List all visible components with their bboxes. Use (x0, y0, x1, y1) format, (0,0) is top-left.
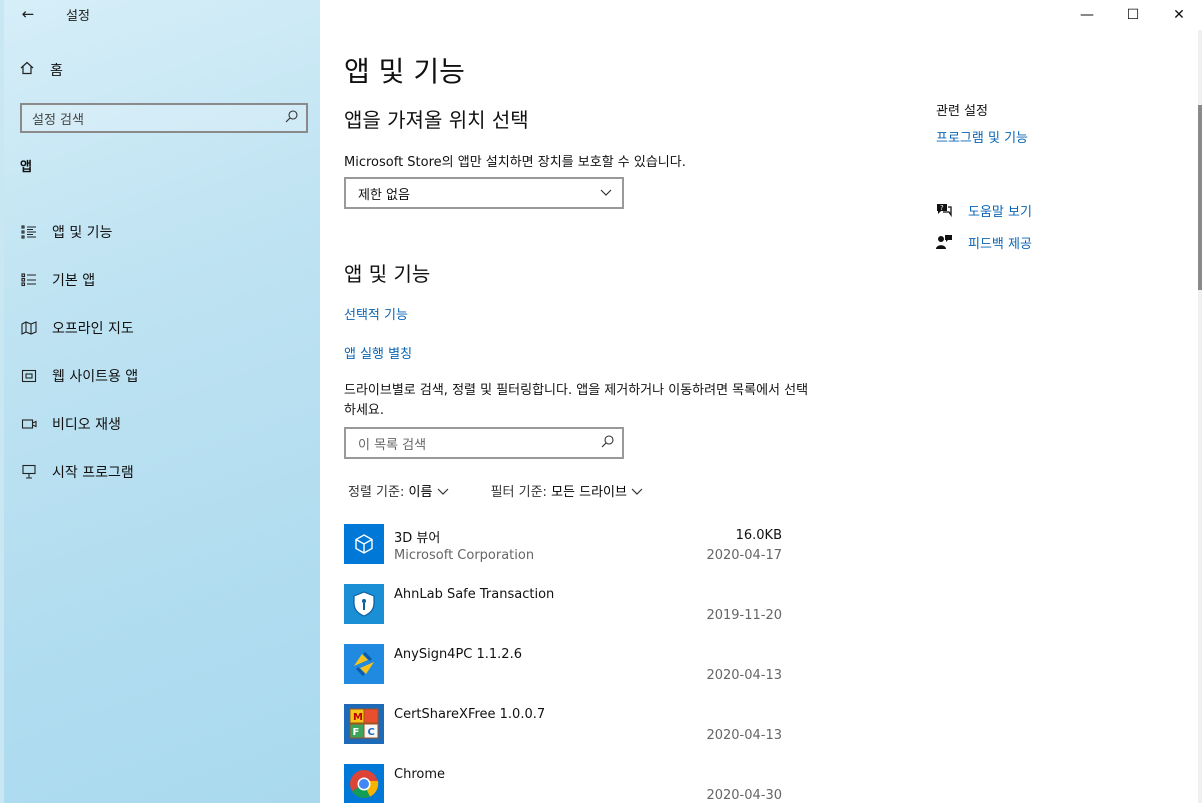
app-list-search-placeholder: 이 목록 검색 (358, 437, 427, 453)
sort-value: 이름 (408, 485, 433, 500)
sidebar-item-startup[interactable]: 시작 프로그램 (20, 448, 308, 496)
apps-features-heading: 앱 및 기능 (344, 262, 431, 286)
app-date: 2019-11-20 (706, 608, 782, 623)
list-item[interactable]: M F C CertShareXFree 1.0.0.7 2020-04-13 (344, 700, 784, 760)
app-list-search-input[interactable]: 이 목록 검색 (344, 427, 624, 459)
install-source-description: Microsoft Store의 앱만 설치하면 장치를 보호할 수 있습니다. (344, 155, 686, 170)
sidebar-item-default-apps[interactable]: 기본 앱 (20, 256, 308, 304)
sidebar-item-video-playback[interactable]: 비디오 재생 (20, 400, 308, 448)
home-label: 홈 (50, 63, 63, 79)
sidebar-item-apps-for-websites[interactable]: 웹 사이트용 앱 (20, 352, 308, 400)
apps-for-websites-icon (20, 369, 38, 383)
scrollbar[interactable] (1198, 30, 1202, 803)
list-item[interactable]: 3D 뷰어 Microsoft Corporation 16.0KB 2020-… (344, 520, 784, 580)
app-date: 2020-04-30 (706, 788, 782, 803)
app-date: 2020-04-13 (706, 668, 782, 683)
help-section: ? 도움말 보기 피드백 제공 (934, 194, 1032, 258)
related-settings-heading: 관련 설정 (936, 104, 988, 119)
filter-value: 모든 드라이브 (551, 485, 627, 500)
filter-label: 필터 기준: (490, 485, 547, 500)
svg-text:C: C (368, 727, 375, 738)
app-name: AhnLab Safe Transaction (394, 587, 555, 602)
get-help-label: 도움말 보기 (968, 204, 1032, 220)
list-item[interactable]: Chrome 2020-04-30 (344, 760, 784, 803)
nav-home[interactable]: 홈 (20, 60, 63, 80)
related-settings: 관련 설정 프로그램 및 기능 (936, 100, 1028, 146)
page-title: 앱 및 기능 (344, 55, 465, 88)
3d-viewer-icon (344, 524, 384, 564)
sidebar-nav: 앱 및 기능 기본 앱 오프라인 지도 웹 사이트용 앱 비디오 재생 시작 프… (20, 208, 308, 496)
sidebar-item-offline-maps[interactable]: 오프라인 지도 (20, 304, 308, 352)
default-apps-icon (20, 273, 38, 287)
minimize-icon: — (1080, 7, 1094, 23)
ahnlab-shield-icon (344, 584, 384, 624)
sort-dropdown[interactable]: 정렬 기준: 이름 (348, 481, 449, 500)
app-name: AnySign4PC 1.1.2.6 (394, 647, 522, 662)
app-list: 3D 뷰어 Microsoft Corporation 16.0KB 2020-… (344, 520, 784, 803)
back-arrow-icon: ← (21, 5, 35, 23)
sort-label: 정렬 기준: (348, 485, 405, 500)
optional-features-link[interactable]: 선택적 기능 (344, 304, 408, 323)
get-help-link[interactable]: ? 도움말 보기 (934, 194, 1032, 226)
search-icon (285, 109, 298, 127)
section-label-apps: 앱 (20, 160, 32, 175)
app-name: CertShareXFree 1.0.0.7 (394, 707, 546, 722)
install-source-dropdown[interactable]: 제한 없음 (344, 177, 624, 209)
svg-text:M: M (353, 712, 363, 723)
sidebar-item-apps-features[interactable]: 앱 및 기능 (20, 208, 308, 256)
app-name: Chrome (394, 767, 445, 782)
maximize-icon: ☐ (1126, 7, 1140, 23)
scrollbar-thumb[interactable] (1198, 105, 1202, 290)
sidebar-item-label: 비디오 재생 (52, 417, 121, 433)
certshare-icon: M F C (344, 704, 384, 744)
dropdown-value: 제한 없음 (358, 187, 410, 203)
maximize-button[interactable]: ☐ (1110, 0, 1156, 30)
back-button[interactable]: ← (14, 2, 42, 26)
offline-maps-icon (20, 321, 38, 335)
close-icon: ✕ (1173, 7, 1185, 23)
sidebar-item-label: 웹 사이트용 앱 (52, 369, 139, 385)
give-feedback-label: 피드백 제공 (968, 236, 1032, 252)
app-date: 2020-04-13 (706, 728, 782, 743)
chrome-icon (344, 764, 384, 803)
filter-dropdown[interactable]: 필터 기준: 모든 드라이브 (491, 481, 644, 500)
startup-icon (20, 464, 38, 480)
programs-features-link[interactable]: 프로그램 및 기능 (936, 127, 1028, 146)
sidebar: ← 설정 홈 설정 검색 앱 앱 및 기능 기본 앱 오프라인 지도 웹 사이트… (0, 0, 320, 803)
sidebar-item-label: 오프라인 지도 (52, 321, 134, 337)
give-feedback-link[interactable]: 피드백 제공 (934, 226, 1032, 258)
app-name: 3D 뷰어 (394, 531, 441, 546)
app-date: 2020-04-17 (706, 548, 782, 563)
chevron-down-icon (437, 485, 449, 500)
close-button[interactable]: ✕ (1156, 0, 1202, 30)
anysign-icon (344, 644, 384, 684)
settings-search-placeholder: 설정 검색 (32, 112, 84, 128)
svg-text:F: F (353, 727, 360, 738)
svg-text:?: ? (940, 204, 944, 212)
window-title: 설정 (66, 9, 90, 24)
settings-search-input[interactable]: 설정 검색 (20, 103, 308, 133)
apps-features-icon (20, 225, 38, 239)
sidebar-item-label: 앱 및 기능 (52, 225, 113, 241)
sidebar-item-label: 기본 앱 (52, 273, 96, 289)
video-playback-icon (20, 417, 38, 431)
apps-list-description: 드라이브별로 검색, 정렬 및 필터링합니다. 앱을 제거하거나 이동하려면 목… (344, 383, 809, 418)
app-publisher: Microsoft Corporation (394, 548, 535, 563)
chevron-down-icon (600, 186, 612, 201)
home-icon (20, 61, 36, 79)
search-icon (601, 434, 614, 452)
app-execution-aliases-link[interactable]: 앱 실행 별칭 (344, 343, 412, 362)
app-size: 16.0KB (735, 528, 782, 543)
list-item[interactable]: AnySign4PC 1.1.2.6 2020-04-13 (344, 640, 784, 700)
help-chat-icon: ? (934, 202, 954, 218)
minimize-button[interactable]: — (1064, 0, 1110, 30)
window-controls: — ☐ ✕ (1064, 0, 1202, 30)
sidebar-item-label: 시작 프로그램 (52, 465, 134, 481)
install-source-heading: 앱을 가져올 위치 선택 (344, 108, 529, 132)
sort-filter-bar: 정렬 기준: 이름 필터 기준: 모든 드라이브 (348, 481, 643, 500)
list-item[interactable]: AhnLab Safe Transaction 2019-11-20 (344, 580, 784, 640)
feedback-person-icon (934, 233, 954, 251)
chevron-down-icon (631, 485, 643, 500)
